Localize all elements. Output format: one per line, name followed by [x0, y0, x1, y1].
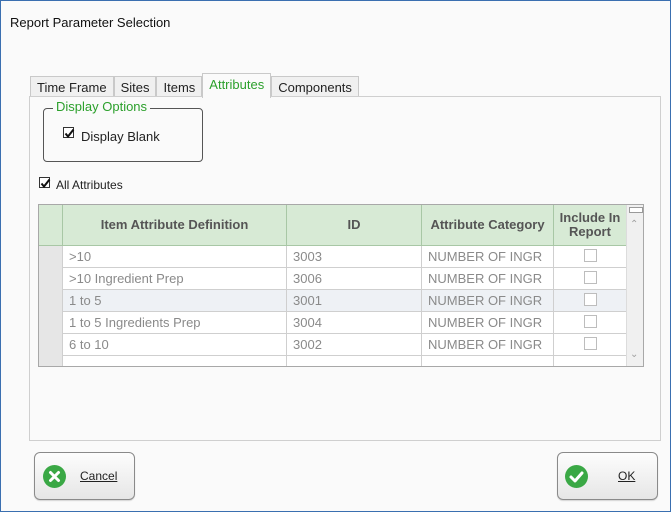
- cell-category: NUMBER OF INGR: [422, 334, 554, 356]
- cell-include: [554, 268, 627, 290]
- cell-include: [554, 312, 627, 334]
- cell-include: [554, 246, 627, 268]
- column-header-definition[interactable]: Item Attribute Definition: [63, 205, 287, 246]
- column-header-category[interactable]: Attribute Category: [422, 205, 554, 246]
- scrollbar-thumb[interactable]: [629, 207, 643, 213]
- cell-category: NUMBER OF INGR: [422, 246, 554, 268]
- checkmark-icon: [64, 128, 75, 139]
- include-checkbox[interactable]: [583, 337, 597, 350]
- scroll-down-icon[interactable]: ⌄: [630, 349, 638, 360]
- table-row[interactable]: 1 to 5 3001 NUMBER OF INGR: [39, 290, 627, 312]
- row-selector[interactable]: [39, 312, 63, 334]
- cell-id: 3006: [287, 268, 422, 290]
- display-blank-label: Display Blank: [81, 129, 160, 144]
- cell-definition: 6 to 10: [63, 334, 287, 356]
- cell-id: 3002: [287, 334, 422, 356]
- scroll-up-icon[interactable]: ⌃: [630, 219, 638, 230]
- tab-attributes[interactable]: Attributes: [202, 73, 272, 98]
- cell-definition: >10 Ingredient Prep: [63, 268, 287, 290]
- include-checkbox[interactable]: [583, 315, 597, 328]
- tab-components[interactable]: Components: [271, 76, 359, 98]
- column-header-include[interactable]: Include In Report: [554, 205, 627, 246]
- include-checkbox[interactable]: [583, 293, 597, 306]
- cell-definition: >10: [63, 246, 287, 268]
- table-row[interactable]: 6 to 10 3002 NUMBER OF INGR: [39, 334, 627, 356]
- cell-category: NUMBER OF INGR: [422, 290, 554, 312]
- display-blank-checkbox[interactable]: [63, 127, 75, 139]
- cell-definition: 1 to 5: [63, 290, 287, 312]
- checkmark-icon: [40, 178, 51, 189]
- row-selector-header: [39, 205, 63, 246]
- vertical-scrollbar[interactable]: ⌃ ⌄: [626, 205, 643, 366]
- checkmark-icon: [565, 465, 588, 488]
- column-header-id[interactable]: ID: [287, 205, 422, 246]
- table-row-partial[interactable]: [39, 356, 627, 366]
- cell-include: [554, 290, 627, 312]
- cell-definition: 1 to 5 Ingredients Prep: [63, 312, 287, 334]
- attributes-grid: Item Attribute Definition ID Attribute C…: [38, 204, 644, 367]
- cell-definition: [63, 356, 287, 366]
- all-attributes-label: All Attributes: [56, 178, 123, 192]
- tab-sites[interactable]: Sites: [113, 76, 157, 98]
- include-checkbox[interactable]: [583, 271, 597, 284]
- cell-include: [554, 334, 627, 356]
- cell-include: [554, 356, 627, 366]
- cell-id: 3004: [287, 312, 422, 334]
- row-selector[interactable]: [39, 290, 63, 312]
- row-selector[interactable]: [39, 246, 63, 268]
- cancel-button[interactable]: Cancel: [34, 452, 135, 500]
- cell-id: [287, 356, 422, 366]
- table-row[interactable]: 1 to 5 Ingredients Prep 3004 NUMBER OF I…: [39, 312, 627, 334]
- all-attributes-checkbox[interactable]: [39, 177, 51, 189]
- row-selector[interactable]: [39, 356, 63, 366]
- cell-category: [422, 356, 554, 366]
- include-checkbox[interactable]: [583, 249, 597, 262]
- tab-items[interactable]: Items: [156, 76, 203, 98]
- cell-category: NUMBER OF INGR: [422, 312, 554, 334]
- table-row[interactable]: >10 Ingredient Prep 3006 NUMBER OF INGR: [39, 268, 627, 290]
- cell-id: 3003: [287, 246, 422, 268]
- cancel-label: Cancel: [80, 469, 118, 483]
- grid-header: Item Attribute Definition ID Attribute C…: [39, 205, 627, 246]
- display-options-legend: Display Options: [53, 99, 151, 114]
- ok-button[interactable]: OK: [557, 452, 658, 500]
- cell-id: 3001: [287, 290, 422, 312]
- table-row[interactable]: >10 3003 NUMBER OF INGR: [39, 246, 627, 268]
- tab-time-frame[interactable]: Time Frame: [30, 76, 114, 98]
- cell-category: NUMBER OF INGR: [422, 268, 554, 290]
- ok-label: OK: [618, 469, 636, 483]
- cancel-x-icon: [43, 465, 66, 488]
- tab-bar: Time Frame Sites Items Attributes Compon…: [30, 73, 359, 98]
- row-selector[interactable]: [39, 334, 63, 356]
- row-selector[interactable]: [39, 268, 63, 290]
- dialog-title: Report Parameter Selection: [10, 15, 171, 30]
